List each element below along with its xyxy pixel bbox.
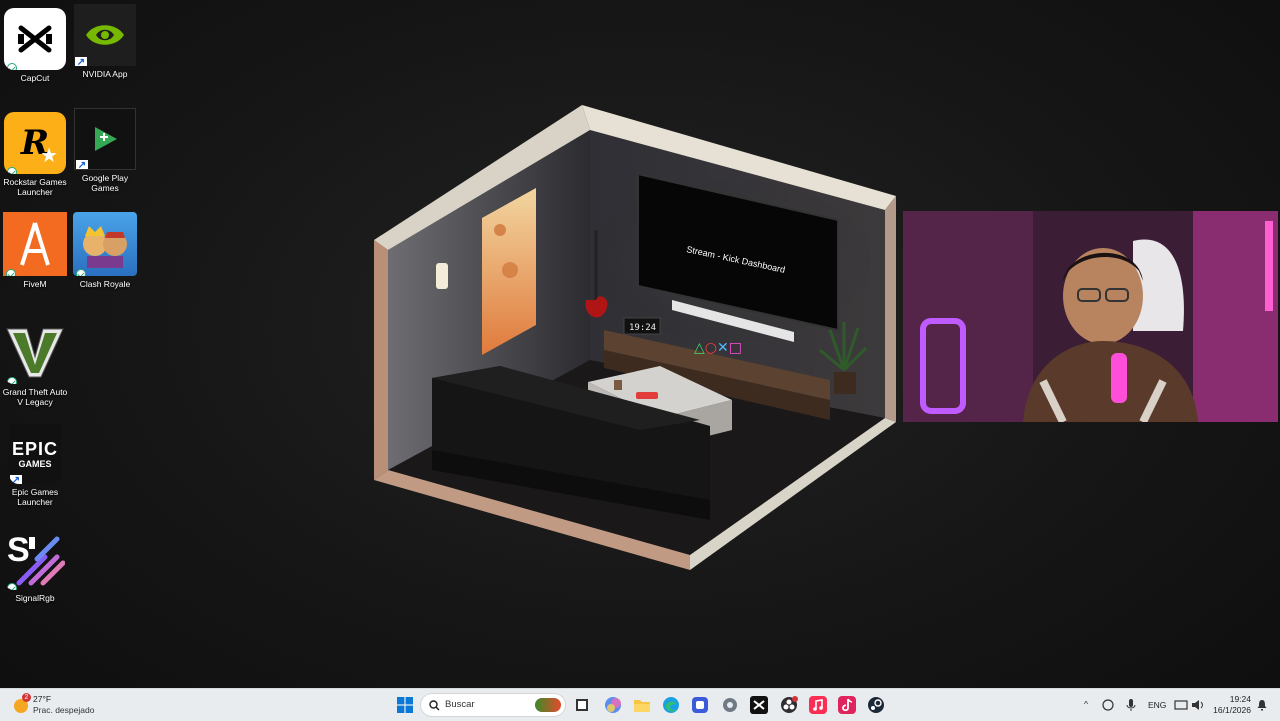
clock-date: 16/1/2026 [1213, 705, 1251, 715]
desktop-icon-capcut[interactable]: CapCut [1, 8, 69, 83]
wallpaper-room: Stream - Kick Dashboard △○✕□ 19:24 [360, 100, 910, 580]
desktop-icon-label: SignalRgb [15, 593, 55, 603]
google-play-games-icon: ↗ [74, 108, 136, 170]
capcut-icon [4, 8, 66, 70]
desktop-icon-epic-games[interactable]: EPIC GAMES ↗ Epic Games Launcher [1, 424, 69, 507]
task-view-icon[interactable] [572, 695, 592, 715]
epic-games-icon: EPIC GAMES ↗ [9, 424, 61, 484]
sync-status-icon [7, 63, 17, 70]
edge-icon[interactable] [661, 695, 681, 715]
copilot-icon[interactable] [603, 695, 623, 715]
webcam-overlay [903, 211, 1278, 422]
desktop-icon-label: Rockstar Games Launcher [3, 177, 67, 197]
weather-badge: 2 [22, 693, 31, 702]
weather-desc: Prac. despejado [33, 705, 95, 715]
wifi-icon[interactable] [1172, 695, 1190, 715]
file-explorer-icon[interactable] [632, 695, 652, 715]
windows-start-icon[interactable] [395, 695, 415, 715]
sync-status-icon [7, 167, 17, 174]
fivem-icon [3, 212, 67, 276]
notification-icon[interactable] [1255, 695, 1269, 715]
search-icon [429, 700, 440, 711]
search-highlight-icon [535, 698, 561, 712]
desktop-icon-fivem[interactable]: FiveM [1, 212, 69, 289]
obs-icon[interactable] [779, 695, 799, 715]
sync-status-icon [7, 377, 17, 384]
desktop-icon-label: FiveM [23, 279, 47, 289]
desktop-icon-google-play-games[interactable]: ↗ Google Play Games [71, 108, 139, 193]
signalrgb-icon: S [4, 528, 66, 590]
desktop: CapCut ↗ NVIDIA App R ★ Rockstar Games L… [0, 0, 1280, 688]
svg-text:△○✕□: △○✕□ [694, 340, 742, 356]
clock-time: 19:24 [1229, 694, 1251, 704]
weather-temp: 27°F [33, 694, 52, 704]
desktop-icon-label: Google Play Games [81, 173, 129, 193]
tray-overflow-chevron-icon[interactable]: ^ [1084, 699, 1088, 709]
shortcut-arrow-icon: ↗ [10, 475, 22, 484]
desktop-icon-rockstar[interactable]: R ★ Rockstar Games Launcher [1, 112, 69, 197]
app-icon[interactable] [690, 695, 710, 715]
shortcut-arrow-icon: ↗ [75, 57, 87, 66]
sync-status-icon [7, 583, 17, 590]
search-placeholder: Buscar [445, 699, 475, 710]
desktop-icon-label: NVIDIA App [82, 69, 128, 79]
weather-widget[interactable]: 2 27°F Prac. despejado [10, 689, 100, 721]
tiktok-icon[interactable] [837, 695, 857, 715]
desktop-icon-clash-royale[interactable]: Clash Royale [71, 212, 139, 289]
taskbar: 2 27°F Prac. despejado Buscar ^ ENG 19:2… [0, 688, 1280, 721]
rockstar-icon: R ★ [4, 112, 66, 174]
desktop-icon-gta-v[interactable]: Grand Theft Auto V Legacy [1, 322, 69, 407]
capcut-taskbar-icon[interactable] [749, 695, 769, 715]
volume-icon[interactable] [1190, 695, 1206, 715]
nvidia-icon: ↗ [74, 4, 136, 66]
desktop-icon-label: CapCut [20, 73, 50, 83]
shortcut-arrow-icon: ↗ [76, 160, 88, 170]
svg-text:S: S [7, 531, 30, 569]
network-status-icon[interactable] [1100, 695, 1116, 715]
steam-icon[interactable] [866, 695, 886, 715]
settings-icon[interactable] [720, 695, 740, 715]
sync-status-icon [6, 269, 16, 276]
desktop-icon-signalrgb[interactable]: S SignalRgb [1, 528, 69, 603]
gta-v-icon [4, 322, 66, 384]
desktop-icon-label: Clash Royale [79, 279, 131, 289]
desktop-icon-nvidia[interactable]: ↗ NVIDIA App [71, 4, 139, 79]
desktop-icon-label: Grand Theft Auto V Legacy [2, 387, 68, 407]
wallpaper-clock-text: 19:24 [629, 323, 656, 333]
language-indicator[interactable]: ENG [1148, 700, 1166, 710]
apple-music-icon[interactable] [808, 695, 828, 715]
sync-status-icon [76, 269, 86, 276]
desktop-icon-label: Epic Games Launcher [11, 487, 59, 507]
search-input[interactable]: Buscar [420, 693, 566, 717]
clash-royale-icon [73, 212, 137, 276]
microphone-icon[interactable] [1123, 695, 1139, 715]
